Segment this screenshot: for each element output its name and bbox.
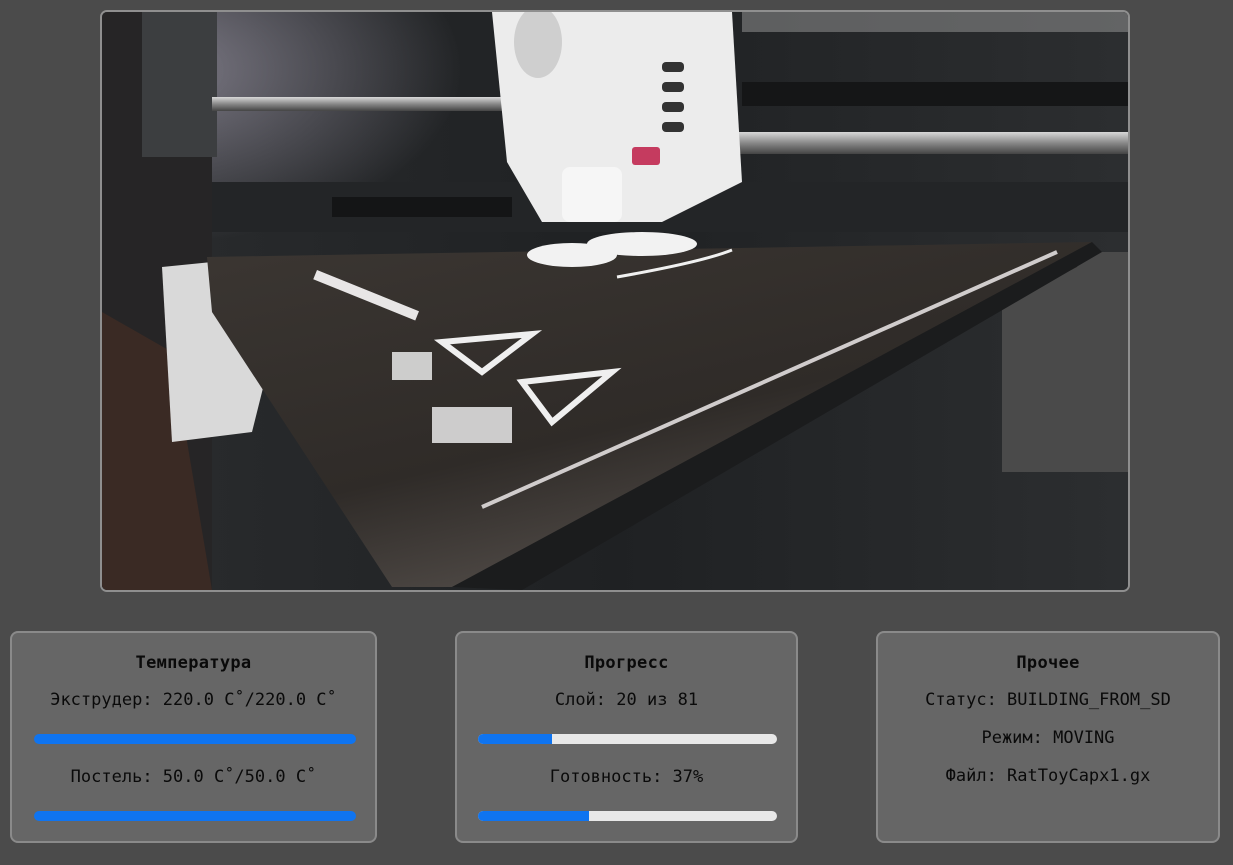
completion-progress: Готовность: 37% xyxy=(549,767,704,787)
completion-progress-bar-fill xyxy=(478,811,589,821)
temperature-title: Температура xyxy=(135,653,252,673)
progress-card: Прогресс Слой: 20 из 81 Готовность: 37% xyxy=(455,631,798,843)
layer-progress-bar xyxy=(478,734,777,744)
layer-progress-bar-fill xyxy=(478,734,552,744)
camera-feed xyxy=(100,10,1130,592)
printer-mode: Режим: MOVING xyxy=(981,728,1115,748)
bed-temperature-bar-fill xyxy=(34,811,356,821)
extruder-temperature-bar xyxy=(34,734,356,744)
print-file: Файл: RatToyCapx1.gx xyxy=(945,766,1151,786)
printer-status: Статус: BUILDING_FROM_SD xyxy=(925,690,1171,710)
printer-bed-picture xyxy=(102,12,1128,590)
bed-temperature: Постель: 50.0 C˚/50.0 C˚ xyxy=(70,767,317,787)
progress-title: Прогресс xyxy=(584,653,669,673)
extruder-temperature-bar-fill xyxy=(34,734,356,744)
other-info-card: Прочее Статус: BUILDING_FROM_SD Режим: M… xyxy=(876,631,1220,843)
completion-progress-bar xyxy=(478,811,777,821)
other-info-title: Прочее xyxy=(1016,653,1080,673)
layer-progress: Слой: 20 из 81 xyxy=(554,690,699,710)
bed-temperature-bar xyxy=(34,811,356,821)
extruder-temperature: Экструдер: 220.0 C˚/220.0 C˚ xyxy=(50,690,337,710)
temperature-card: Температура Экструдер: 220.0 C˚/220.0 C˚… xyxy=(10,631,377,843)
